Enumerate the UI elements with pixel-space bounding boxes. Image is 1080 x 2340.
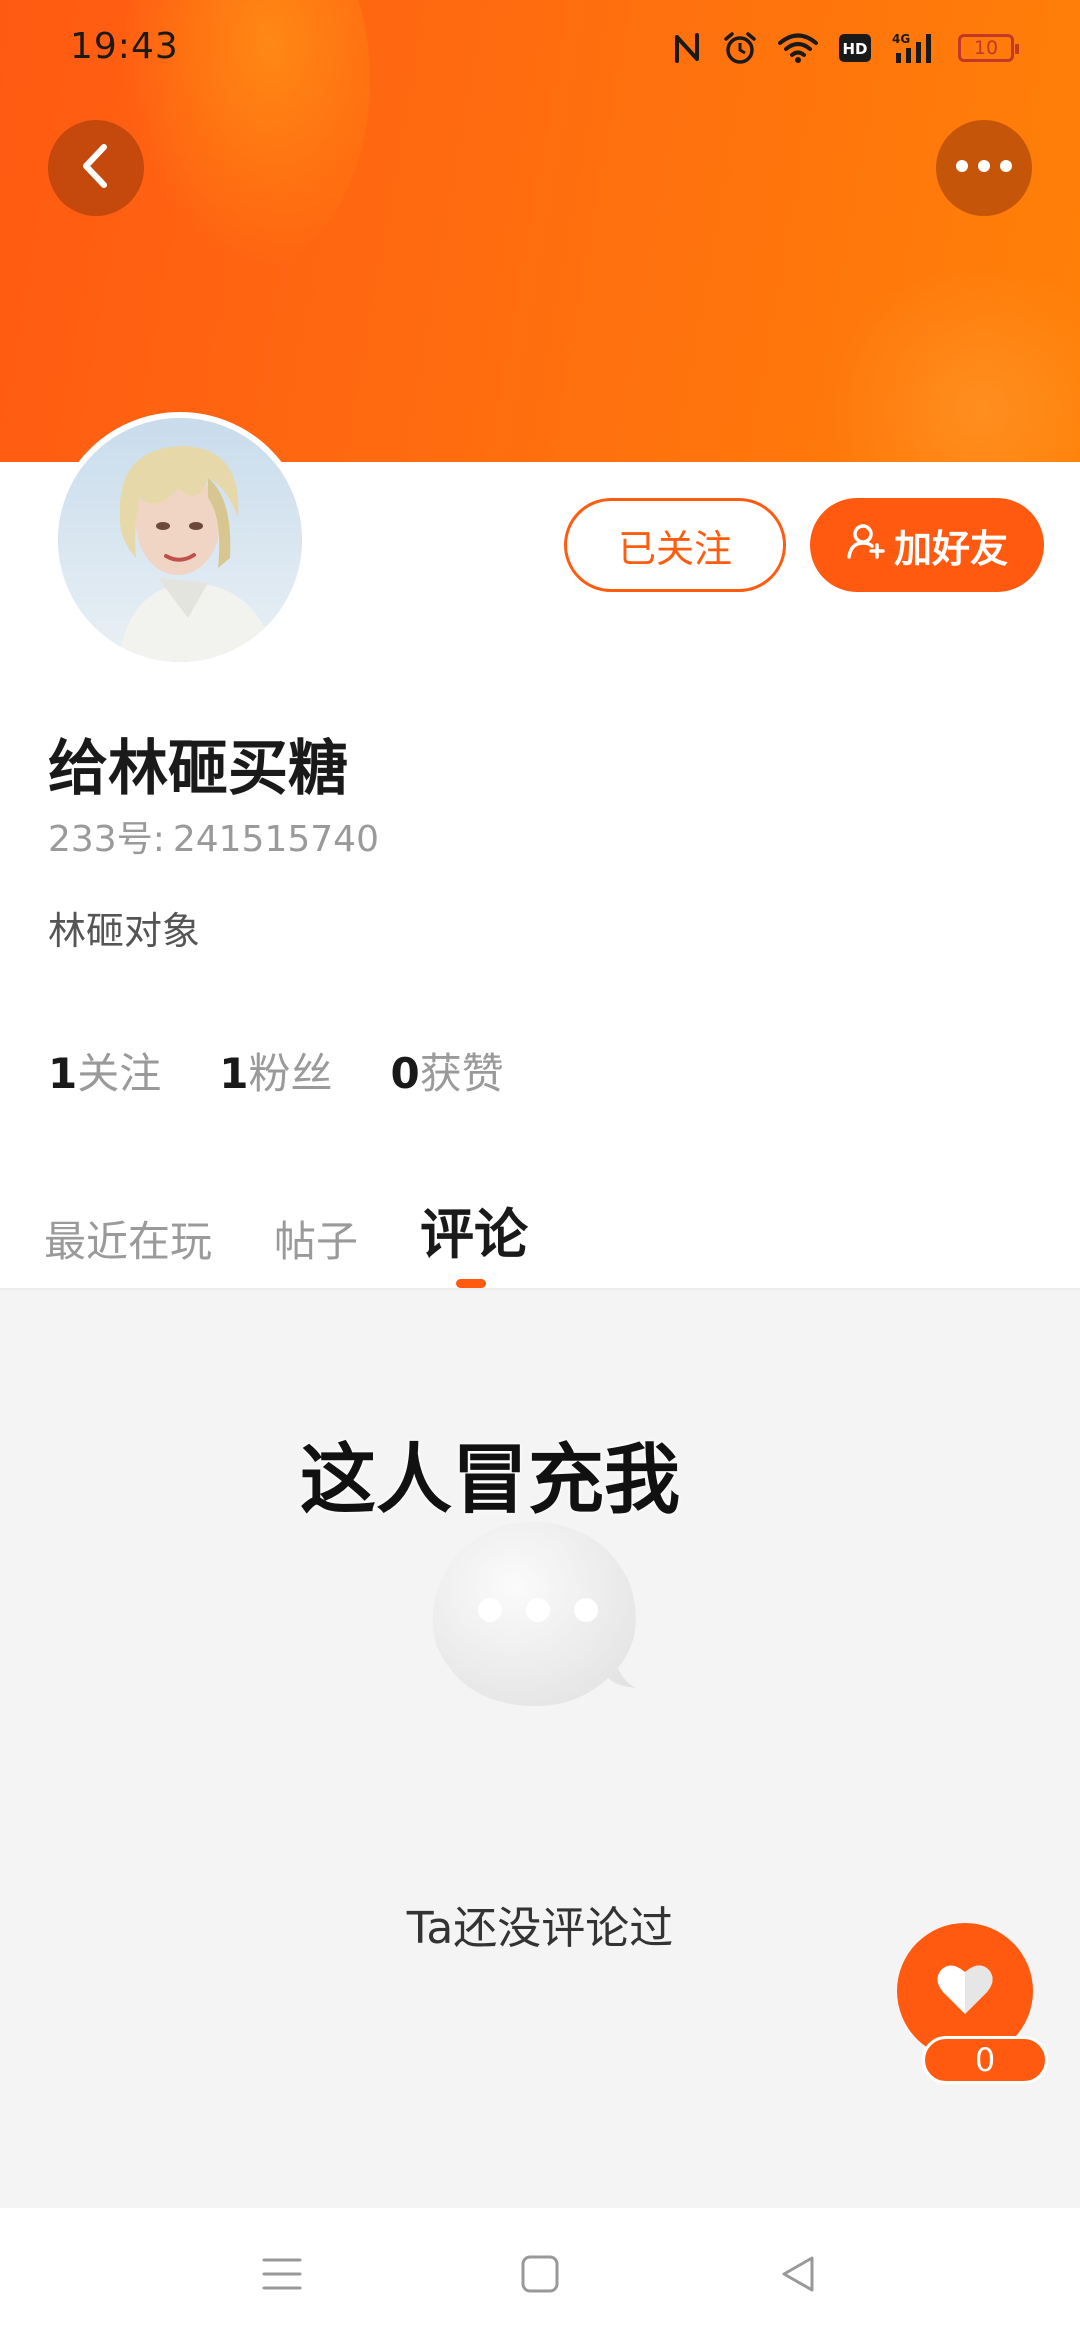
- tab-comments[interactable]: 评论: [420, 1190, 528, 1269]
- home-square-icon[interactable]: [516, 2250, 564, 2298]
- status-bar: 19:43 HD 4G 10: [0, 0, 1080, 96]
- avatar[interactable]: [52, 412, 308, 668]
- svg-text:4G: 4G: [892, 32, 910, 46]
- stat-value: 1: [48, 1049, 78, 1098]
- user-bio: 林砸对象: [48, 909, 201, 953]
- stat-followers[interactable]: 1粉丝: [219, 1040, 332, 1101]
- stat-likes[interactable]: 0获赞: [391, 1040, 504, 1101]
- stat-label: 粉丝: [248, 1049, 333, 1098]
- heart-icon: [935, 1962, 995, 2020]
- signal-4g-icon: 4G: [892, 31, 938, 65]
- profile-stats: 1关注 1粉丝 0获赞: [48, 1040, 504, 1101]
- back-triangle-icon[interactable]: [774, 2250, 822, 2298]
- chat-bubble-icon: [428, 1510, 650, 1740]
- tab-posts[interactable]: 帖子: [274, 1208, 358, 1269]
- wifi-icon: [778, 32, 818, 64]
- stat-value: 0: [390, 1049, 420, 1098]
- add-user-icon: [846, 521, 886, 570]
- nfc-icon: [672, 31, 702, 65]
- stat-following[interactable]: 1关注: [48, 1040, 161, 1101]
- user-id-value: 241515740: [172, 819, 379, 860]
- alarm-icon: [722, 30, 758, 66]
- like-count-badge: 0: [922, 2036, 1048, 2084]
- more-button[interactable]: [936, 120, 1032, 216]
- user-id-label: 233号:: [48, 819, 165, 860]
- hd-icon: HD: [838, 33, 872, 63]
- tab-recently-played[interactable]: 最近在玩: [44, 1208, 212, 1269]
- menu-icon[interactable]: [258, 2250, 306, 2298]
- chevron-left-icon: [76, 141, 116, 195]
- user-id: 233号: 241515740: [48, 810, 379, 862]
- username: 给林砸买糖: [48, 734, 348, 804]
- add-friend-button[interactable]: 加好友: [810, 498, 1044, 592]
- status-time: 19:43: [70, 26, 179, 67]
- back-button[interactable]: [48, 120, 144, 216]
- stat-label: 关注: [77, 1049, 162, 1098]
- system-nav-bar: [0, 2208, 1080, 2340]
- banner-decoration: [820, 270, 1080, 462]
- add-friend-label: 加好友: [893, 526, 1008, 571]
- profile-tabs: 最近在玩 帖子 评论: [44, 1190, 528, 1269]
- more-dots-icon: [954, 158, 1014, 178]
- stat-label: 获赞: [419, 1049, 504, 1098]
- stat-value: 1: [219, 1049, 249, 1098]
- battery-icon: 10: [958, 34, 1019, 62]
- svg-text:HD: HD: [842, 40, 867, 58]
- status-icons: HD 4G 10: [672, 28, 1019, 68]
- avatar-image: [58, 418, 302, 662]
- followed-button[interactable]: 已关注: [564, 498, 786, 592]
- active-tab-indicator: [456, 1279, 486, 1288]
